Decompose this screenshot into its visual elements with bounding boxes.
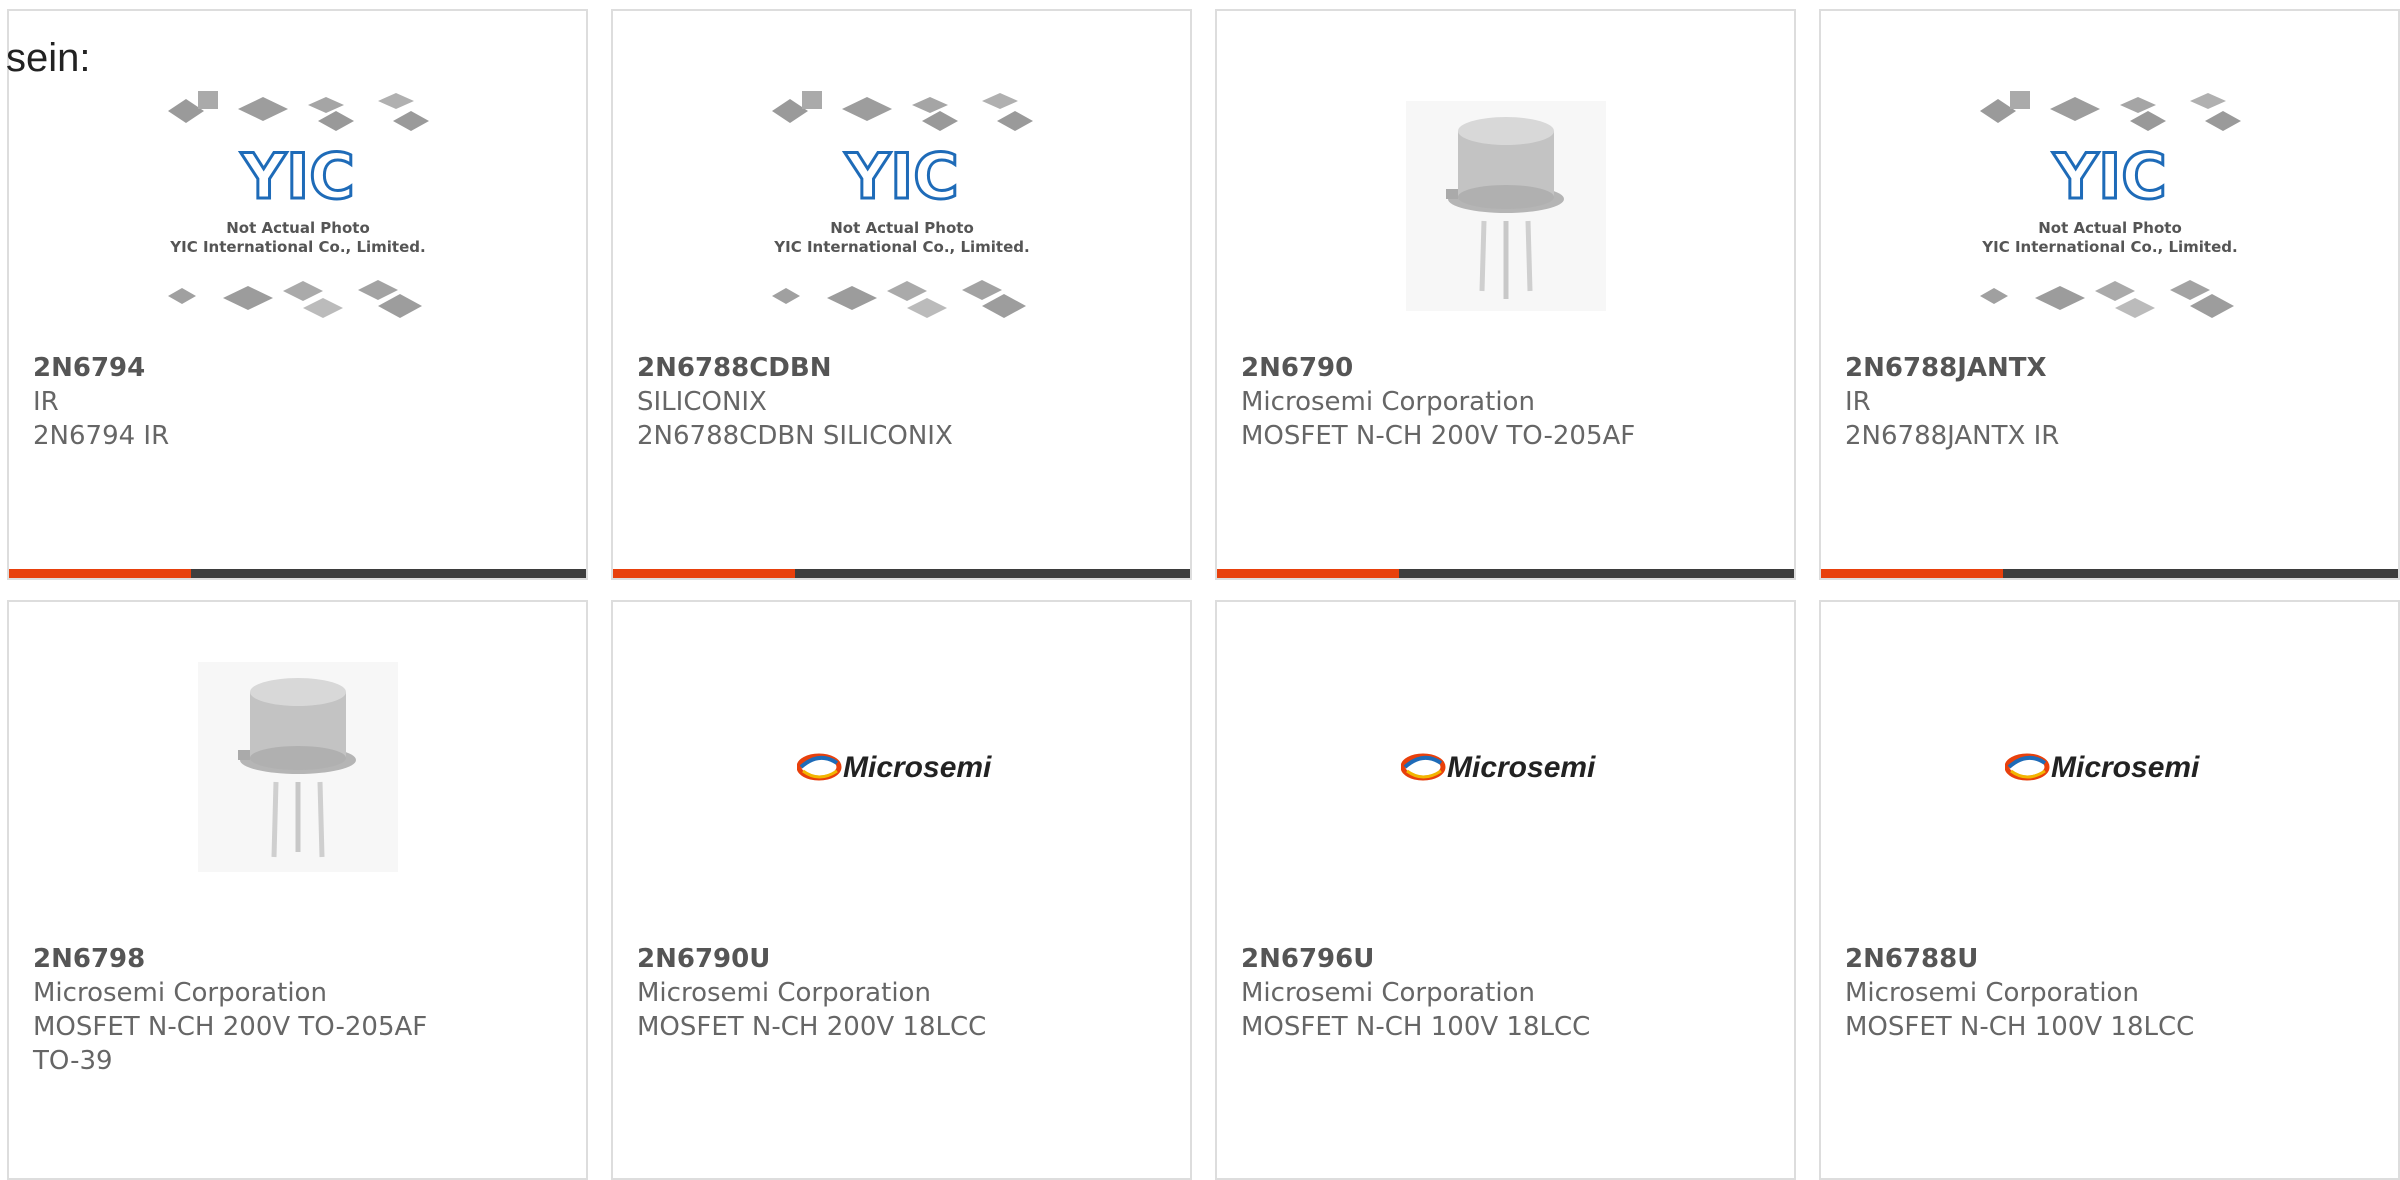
description-label: 2N6788CDBN SILICONIX bbox=[637, 421, 953, 451]
product-image[interactable]: YIC Not Actual Photo YIC International C… bbox=[9, 91, 586, 321]
product-card[interactable]: YIC Not Actual Photo YIC International C… bbox=[1819, 9, 2400, 580]
part-number-link[interactable]: 2N6788JANTX bbox=[1845, 351, 2378, 385]
product-image[interactable]: YIC Not Actual Photo YIC International C… bbox=[1821, 91, 2398, 321]
product-image[interactable] bbox=[9, 652, 586, 882]
placeholder-caption-line2: YIC International Co., Limited. bbox=[1981, 238, 2237, 256]
description-label: MOSFET N-CH 200V 18LCC bbox=[637, 1012, 987, 1042]
microsemi-logo: Microsemi bbox=[796, 751, 992, 784]
page-prefix-text: sein: bbox=[6, 36, 91, 80]
manufacturer-label: IR bbox=[33, 387, 59, 417]
placeholder-caption-line2: YIC International Co., Limited. bbox=[169, 238, 425, 256]
card-accent-bar bbox=[613, 569, 1190, 578]
manufacturer-label: Microsemi Corporation bbox=[637, 978, 931, 1008]
description-label: MOSFET N-CH 200V TO-205AF bbox=[1241, 421, 1636, 451]
yic-logo: YIC bbox=[844, 140, 958, 213]
part-number-link[interactable]: 2N6794 bbox=[33, 351, 566, 385]
part-number-link[interactable]: 2N6798 bbox=[33, 942, 566, 976]
manufacturer-label: Microsemi Corporation bbox=[1845, 978, 2139, 1008]
package-label: TO-39 bbox=[33, 1046, 113, 1076]
product-grid: YIC Not Actual Photo YIC International C… bbox=[0, 0, 2400, 1180]
placeholder-caption-line1: Not Actual Photo bbox=[226, 219, 370, 237]
to-can-transistor-image bbox=[197, 662, 398, 872]
product-card[interactable]: 2N6790 Microsemi Corporation MOSFET N-CH… bbox=[1215, 9, 1796, 580]
part-number-link[interactable]: 2N6788CDBN bbox=[637, 351, 1170, 385]
product-image[interactable]: Microsemi bbox=[1217, 652, 1794, 882]
product-image[interactable]: Microsemi bbox=[1821, 652, 2398, 882]
yic-logo: YIC bbox=[240, 140, 354, 213]
description-label: MOSFET N-CH 100V 18LCC bbox=[1845, 1012, 2195, 1042]
manufacturer-label: Microsemi Corporation bbox=[33, 978, 327, 1008]
product-card[interactable]: Microsemi 2N6790U Microsemi Corporation … bbox=[611, 600, 1192, 1180]
description-label: MOSFET N-CH 100V 18LCC bbox=[1241, 1012, 1591, 1042]
part-number-link[interactable]: 2N6790 bbox=[1241, 351, 1774, 385]
card-accent-bar bbox=[1217, 569, 1794, 578]
product-image[interactable]: YIC Not Actual Photo YIC International C… bbox=[613, 91, 1190, 321]
placeholder-image: YIC Not Actual Photo YIC International C… bbox=[1979, 91, 2241, 318]
product-card[interactable]: YIC Not Actual Photo YIC International C… bbox=[611, 9, 1192, 580]
microsemi-logo-text: Microsemi bbox=[2051, 751, 2200, 784]
yic-logo: YIC bbox=[2052, 140, 2166, 213]
placeholder-caption-line2: YIC International Co., Limited. bbox=[773, 238, 1029, 256]
part-number-link[interactable]: 2N6790U bbox=[637, 942, 1170, 976]
microsemi-logo-text: Microsemi bbox=[1447, 751, 1596, 784]
description-label: 2N6794 IR bbox=[33, 421, 170, 451]
description-label: MOSFET N-CH 200V TO-205AF bbox=[33, 1012, 428, 1042]
card-accent-bar bbox=[1821, 569, 2398, 578]
product-card[interactable]: Microsemi 2N6796U Microsemi Corporation … bbox=[1215, 600, 1796, 1180]
manufacturer-label: Microsemi Corporation bbox=[1241, 387, 1535, 417]
description-label: 2N6788JANTX IR bbox=[1845, 421, 2060, 451]
manufacturer-label: Microsemi Corporation bbox=[1241, 978, 1535, 1008]
placeholder-image: YIC Not Actual Photo YIC International C… bbox=[771, 91, 1033, 318]
part-number-link[interactable]: 2N6796U bbox=[1241, 942, 1774, 976]
microsemi-logo: Microsemi bbox=[1400, 751, 1596, 784]
manufacturer-label: SILICONIX bbox=[637, 387, 767, 417]
product-card[interactable]: 2N6798 Microsemi Corporation MOSFET N-CH… bbox=[7, 600, 588, 1180]
manufacturer-label: IR bbox=[1845, 387, 1871, 417]
part-number-link[interactable]: 2N6788U bbox=[1845, 942, 2378, 976]
product-card[interactable]: YIC Not Actual Photo YIC International C… bbox=[7, 9, 588, 580]
microsemi-logo-text: Microsemi bbox=[843, 751, 992, 784]
microsemi-logo: Microsemi bbox=[2004, 751, 2200, 784]
product-card[interactable]: Microsemi 2N6788U Microsemi Corporation … bbox=[1819, 600, 2400, 1180]
placeholder-caption-line1: Not Actual Photo bbox=[2038, 219, 2182, 237]
product-image[interactable] bbox=[1217, 91, 1794, 321]
card-accent-bar bbox=[9, 569, 586, 578]
placeholder-caption-line1: Not Actual Photo bbox=[830, 219, 974, 237]
product-image[interactable]: Microsemi bbox=[613, 652, 1190, 882]
placeholder-image: YIC Not Actual Photo YIC International C… bbox=[167, 91, 429, 318]
to-can-transistor-image bbox=[1405, 101, 1606, 311]
